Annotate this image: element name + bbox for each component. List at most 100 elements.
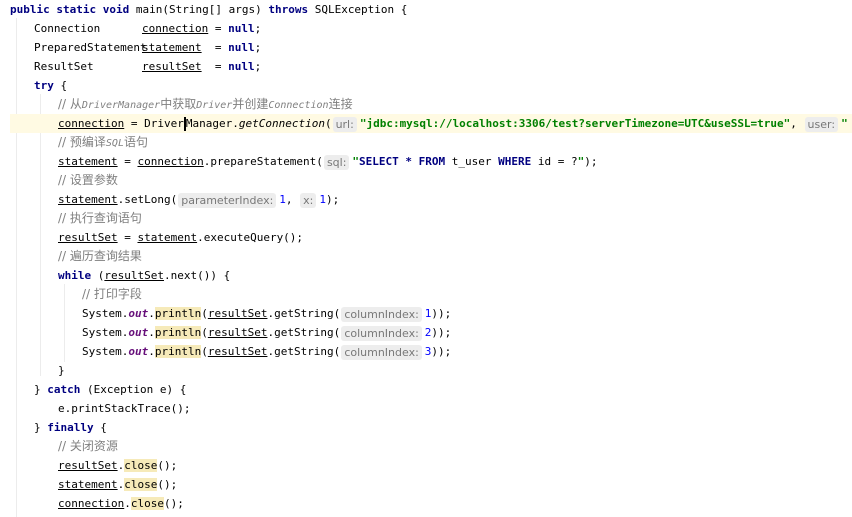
code-line-comment[interactable]: // 打印字段 [10, 285, 852, 304]
brace: } [58, 364, 65, 377]
comment-text: // 从 [58, 97, 82, 111]
code-line-comment[interactable]: // 遍历查询结果 [10, 247, 852, 266]
code-line-brace[interactable]: } [10, 513, 852, 517]
method-name: println [154, 326, 202, 339]
keyword: while [58, 269, 92, 282]
code-editor[interactable]: public static void main(String[] args) t… [0, 0, 852, 517]
code-line-comment[interactable]: // 设置参数 [10, 171, 852, 190]
code-line-method-signature[interactable]: public static void main(String[] args) t… [10, 0, 852, 19]
comment-text: Driver [196, 100, 233, 111]
method-name: println [154, 307, 202, 320]
code-line-close[interactable]: connection.close(); [10, 494, 852, 513]
brace: { [53, 79, 68, 92]
comment-text: 中获取 [160, 97, 197, 111]
code-line-println[interactable]: System.out.println(resultSet.getString(c… [10, 304, 852, 323]
code-line-brace[interactable]: } [10, 361, 852, 380]
keyword: public [10, 3, 50, 16]
code-line-prepare-statement[interactable]: statement = connection.prepareStatement(… [10, 152, 852, 171]
class-name: System. [82, 345, 129, 358]
operator: = [124, 117, 145, 130]
static-field: out [128, 326, 149, 339]
paren: ); [584, 155, 598, 168]
code-line-print-stack-trace[interactable]: e.printStackTrace(); [10, 399, 852, 418]
catch-clause: (Exception e) { [80, 383, 187, 396]
variable-name: connection [137, 155, 204, 168]
code-line-comment[interactable]: // 执行查询语句 [10, 209, 852, 228]
keyword: null [228, 41, 255, 54]
variable-name: resultSet [207, 326, 268, 339]
method-name: close [130, 497, 164, 510]
code-line-close[interactable]: statement.close(); [10, 475, 852, 494]
parameter-hint-index: parameterIndex: [178, 192, 277, 208]
variable-name: connection [142, 22, 209, 35]
code-line-declare-connection[interactable]: Connection connection = null; [10, 19, 852, 38]
method-call: .getString( [267, 307, 341, 320]
sql-keyword: SELECT [359, 155, 399, 168]
code-line-comment[interactable]: // 从DriverManager中获取Driver并创建Connection连… [10, 95, 852, 114]
variable-name: statement [137, 231, 198, 244]
semicolon: ; [254, 22, 262, 35]
keyword: void [102, 3, 130, 16]
comment: // 遍历查询结果 [58, 249, 142, 263]
static-field: out [128, 307, 149, 320]
method-call: .executeQuery(); [197, 231, 304, 244]
method-call: .next()) { [163, 269, 231, 282]
comment: // 打印字段 [82, 287, 142, 301]
method-name: getConnection [238, 117, 325, 130]
keyword: try [34, 79, 54, 92]
variable-name: resultSet [142, 60, 202, 73]
paren: ( [201, 345, 208, 358]
method-call: .prepareStatement( [203, 155, 323, 168]
type-name: ResultSet [34, 60, 94, 73]
code-line-close[interactable]: resultSet.close(); [10, 456, 852, 475]
parameter-hint-column: columnIndex: [341, 344, 422, 360]
comment-text: Connection [268, 100, 329, 111]
code-line-println[interactable]: System.out.println(resultSet.getString(c… [10, 323, 852, 342]
code-line-declare-resultset[interactable]: ResultSet resultSet = null; [10, 57, 852, 76]
operator: = [201, 41, 229, 54]
variable-name: resultSet [207, 345, 268, 358]
brace: { [93, 421, 107, 434]
method-name: println [154, 345, 202, 358]
type-name: PreparedStatement [34, 41, 147, 54]
code-line-execute-query[interactable]: resultSet = statement.executeQuery(); [10, 228, 852, 247]
parameter-hint-x: x: [300, 192, 317, 208]
variable-name: resultSet [104, 269, 164, 282]
code-line-finally[interactable]: } finally { [10, 418, 852, 437]
parameter-hint-url: url: [332, 116, 357, 132]
number-literal: 1 [279, 193, 286, 206]
code-line-println[interactable]: System.out.println(resultSet.getString(c… [10, 342, 852, 361]
static-field: out [128, 345, 149, 358]
comment-text: 连接 [328, 97, 353, 111]
paren: ( [201, 326, 208, 339]
code-line-catch[interactable]: } catch (Exception e) { [10, 380, 852, 399]
operator: = [117, 155, 138, 168]
parameter-hint-column: columnIndex: [341, 325, 422, 341]
comment-text: 并创建 [232, 97, 269, 111]
operator: = [208, 22, 229, 35]
parameter-hint-user: user: [804, 116, 839, 132]
code-line-get-connection[interactable]: connection = Driver Manager.getConnection… [10, 114, 852, 133]
paren: ( [201, 307, 208, 320]
code-line-while[interactable]: while (resultSet.next()) { [10, 266, 852, 285]
method-name: close [124, 478, 158, 491]
paren: (); [157, 478, 178, 491]
string-literal: " [841, 117, 848, 130]
variable-name: statement [58, 478, 118, 491]
method-call: .getString( [267, 326, 341, 339]
variable-name: statement [58, 193, 118, 206]
keyword: finally [47, 421, 94, 434]
comment: // 设置参数 [58, 173, 118, 187]
method-signature: main(String[] args) [129, 3, 269, 16]
code-line-comment[interactable]: // 关闭资源 [10, 437, 852, 456]
class-name: System. [82, 307, 129, 320]
code-line-declare-statement[interactable]: PreparedStatementstatement = null; [10, 38, 852, 57]
code-line-comment[interactable]: // 预编译SQL语句 [10, 133, 852, 152]
class-name: Manager [185, 117, 233, 130]
code-line-set-long[interactable]: statement.setLong(parameterIndex: 1, x: 1)… [10, 190, 852, 209]
parameter-hint-column: columnIndex: [341, 306, 422, 322]
code-line-try[interactable]: try { [10, 76, 852, 95]
variable-name: resultSet [58, 459, 118, 472]
dot: . [232, 117, 239, 130]
method-call: e.printStackTrace(); [58, 402, 191, 415]
